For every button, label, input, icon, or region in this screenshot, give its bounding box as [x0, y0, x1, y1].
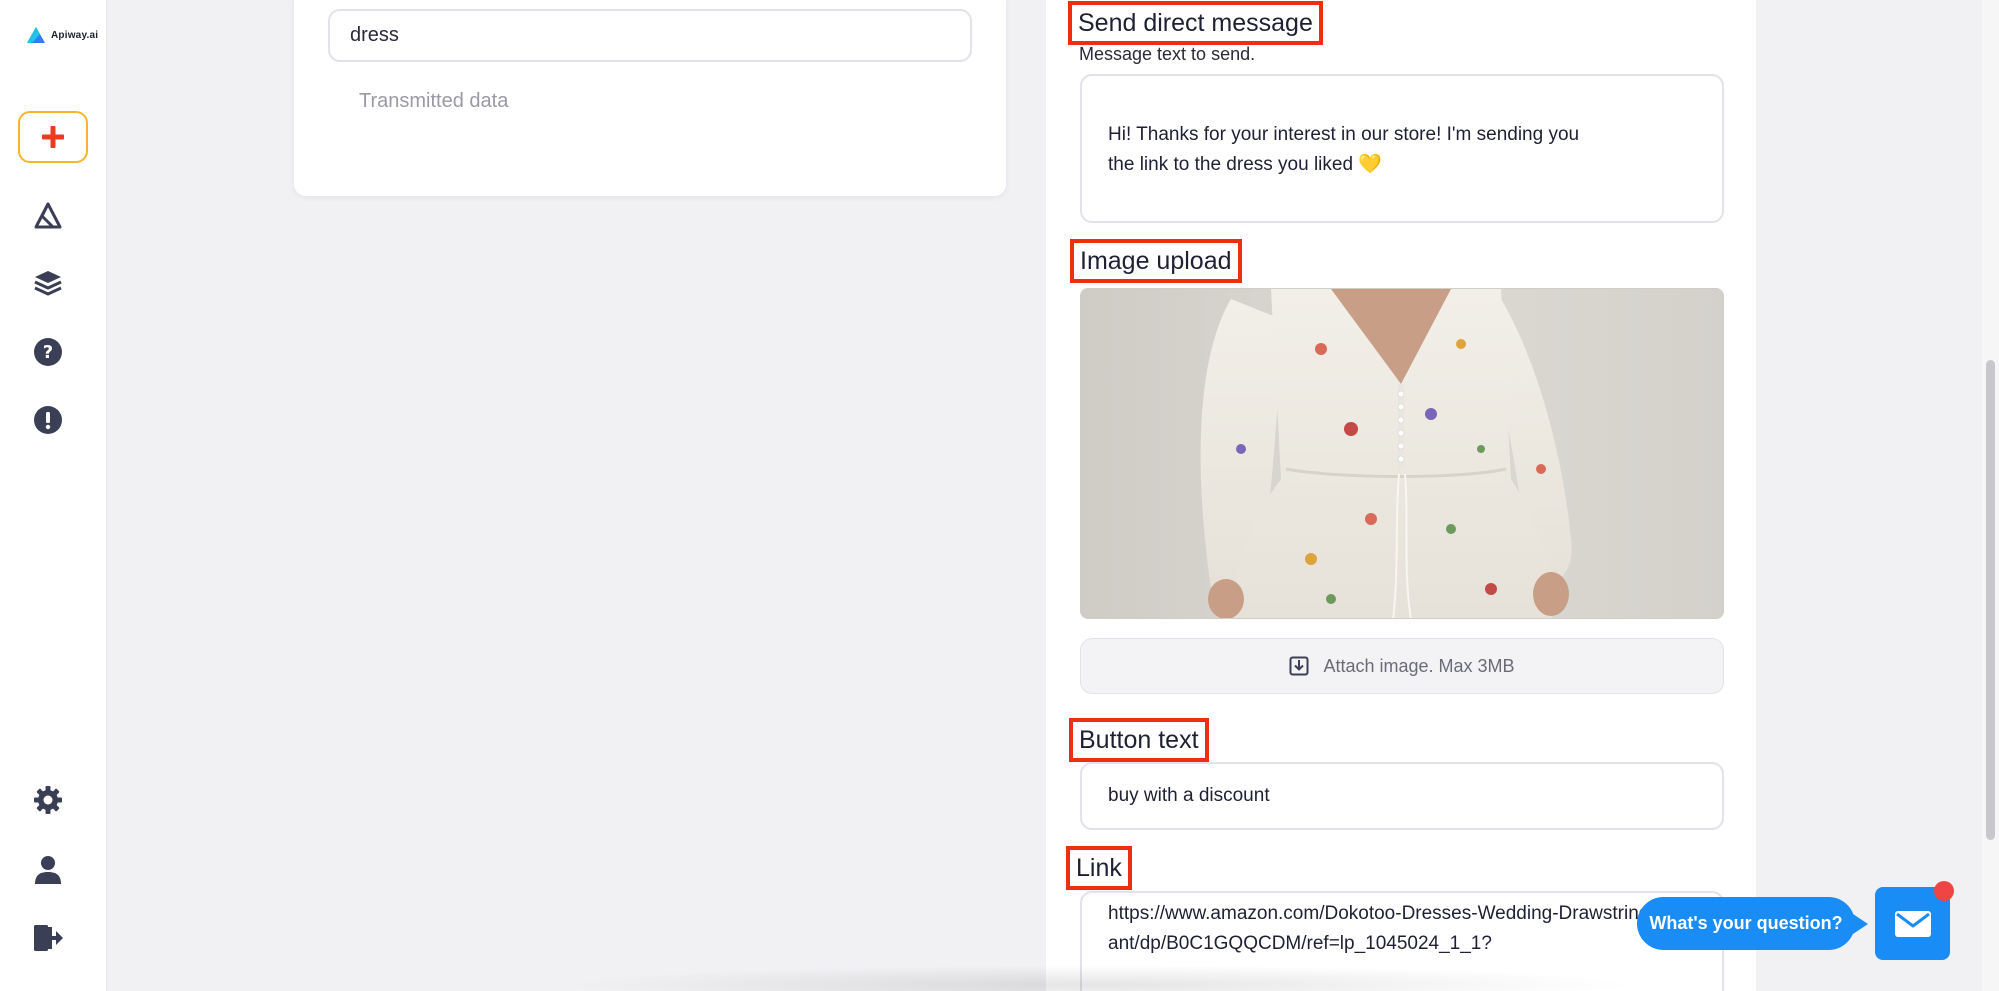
chat-bubble-tail [1850, 912, 1868, 936]
scrollbar-thumb[interactable] [1986, 360, 1995, 840]
svg-text:?: ? [43, 342, 53, 363]
help-icon: ? [34, 338, 62, 366]
download-icon [1289, 656, 1309, 676]
plus-icon [42, 126, 64, 148]
chat-prompt-bubble[interactable]: What's your question? [1637, 897, 1855, 950]
action-settings-panel: Send direct message Message text to send… [1046, 0, 1756, 991]
nav-profile[interactable] [30, 852, 66, 888]
filter-card: dress Transmitted data [294, 0, 1006, 196]
dress-photo [1081, 289, 1723, 618]
uploaded-image-preview [1080, 288, 1724, 619]
transmitted-data-label[interactable]: Transmitted data [359, 90, 508, 113]
add-button[interactable] [18, 111, 88, 163]
link-label: Link [1066, 846, 1132, 890]
attach-image-label: Attach image. Max 3MB [1323, 655, 1515, 676]
notification-dot [1934, 881, 1954, 901]
send-dm-label: Send direct message [1068, 1, 1323, 45]
user-icon [35, 856, 61, 884]
logo-text: Apiway.ai [51, 29, 99, 41]
link-input[interactable]: https://www.amazon.com/Dokotoo-Dresses-W… [1080, 891, 1724, 991]
nav-automation[interactable] [30, 198, 66, 234]
nav-logout[interactable] [30, 920, 66, 956]
logo[interactable]: Apiway.ai [26, 26, 98, 44]
logo-icon [27, 27, 45, 43]
logout-icon [34, 925, 63, 951]
automation-icon [34, 202, 62, 229]
sidebar: Apiway.ai ? [0, 0, 107, 991]
nav-layers[interactable] [30, 265, 66, 301]
nav-alerts[interactable] [30, 402, 66, 438]
mail-icon [1894, 910, 1931, 937]
message-textarea[interactable]: Hi! Thanks for your interest in our stor… [1080, 74, 1724, 223]
gear-icon [34, 786, 62, 814]
image-upload-label: Image upload [1070, 239, 1242, 283]
alert-icon [34, 406, 62, 434]
nav-help[interactable]: ? [30, 334, 66, 370]
message-hint: Message text to send. [1079, 44, 1256, 64]
button-text-input[interactable]: buy with a discount [1080, 762, 1724, 830]
button-text-label: Button text [1069, 718, 1209, 762]
attach-image-button[interactable]: Attach image. Max 3MB [1080, 638, 1724, 694]
nav-settings[interactable] [30, 782, 66, 818]
layers-icon [34, 271, 62, 296]
keyword-input[interactable]: dress [328, 9, 972, 62]
